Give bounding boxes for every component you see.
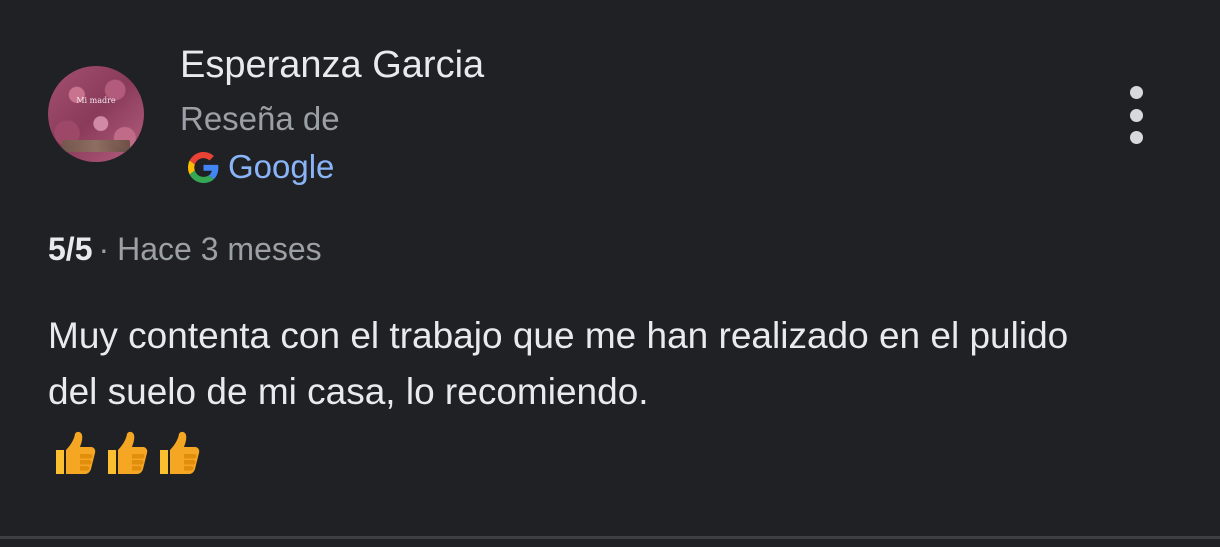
avatar-caption: Mi madre [76,96,116,105]
review-source-label: Reseña de [180,100,340,137]
avatar[interactable]: Mi madre [48,66,144,162]
review-date: Hace 3 meses [117,231,322,267]
author-name[interactable]: Esperanza Garcia [180,42,484,88]
more-options-button[interactable] [1118,86,1154,144]
rating-score: 5/5 [48,231,93,267]
review-text: Muy contenta con el trabajo que me han r… [48,315,1069,412]
divider [0,536,1220,539]
google-g-icon [188,151,219,183]
meta-separator: · [98,231,110,267]
avatar-photo-detail [62,140,130,152]
more-vert-icon-dot [1129,108,1143,122]
source-name[interactable]: Google [228,147,334,187]
review-card: Mi madre Esperanza Garcia Reseña de Goog… [0,0,1220,547]
more-vert-icon-dot [1129,131,1143,144]
review-source: Google [188,146,334,188]
review-meta: 5/5 · Hace 3 meses [48,228,322,270]
more-vert-icon [1129,86,1143,99]
thumbs-up-icon [160,431,200,474]
thumbs-up-icon [108,431,148,474]
emoji-row [50,428,202,478]
thumbs-up-icon [56,431,96,474]
